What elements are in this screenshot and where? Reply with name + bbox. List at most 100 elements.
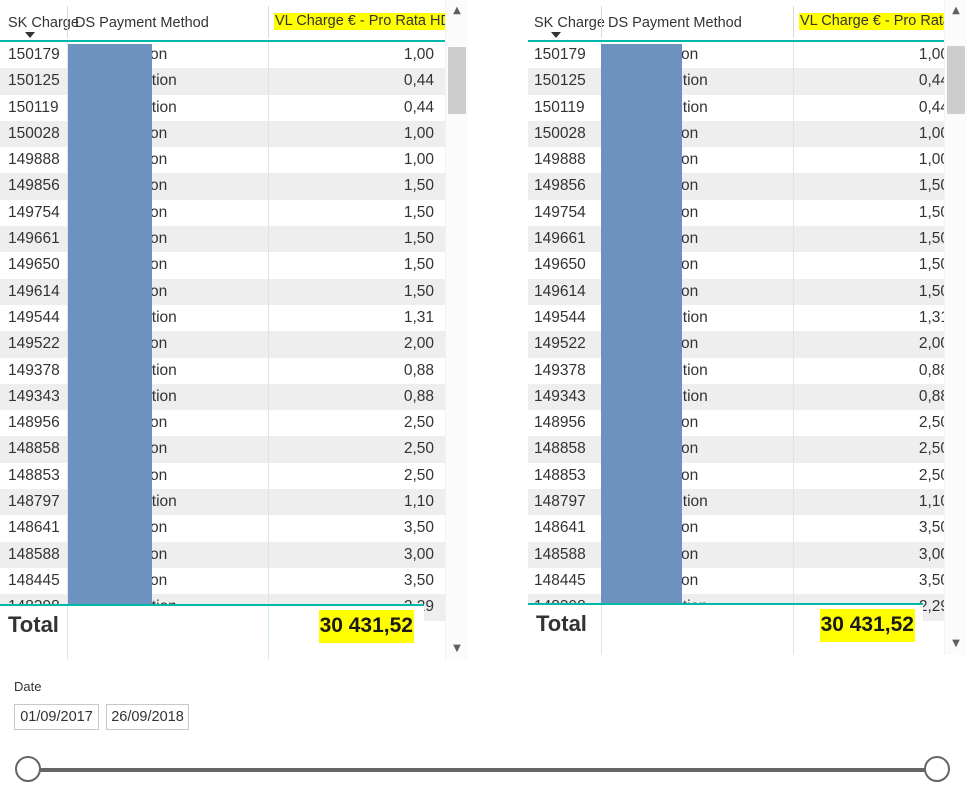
date-start-input[interactable] xyxy=(14,704,99,730)
cell-vl-charge: 3,50 xyxy=(918,571,945,589)
cell-vl-charge: 2,50 xyxy=(918,466,945,484)
table-row[interactable]: 148858 Subscription 2,50 xyxy=(0,436,446,463)
table-row[interactable]: 149754 Subscription 1,50 xyxy=(528,199,945,227)
table-row[interactable]: 148956 Subscription 2,50 xyxy=(528,410,945,437)
table-row[interactable]: 149378 - Subscription 0,88 xyxy=(0,357,446,384)
table-row[interactable]: 149522 Subscription 2,00 xyxy=(0,331,446,358)
date-slicer[interactable]: Date xyxy=(0,668,967,797)
cell-payment-method: - Subscription xyxy=(613,493,708,511)
cell-payment-method: Subscription xyxy=(82,414,168,432)
table-row[interactable]: 148588 Subscription 3,00 xyxy=(0,541,446,568)
scrollbar-track[interactable] xyxy=(945,22,967,633)
table-row[interactable]: 149544 - Subscription 1,31 xyxy=(0,304,446,332)
cell-sk-charge: 149650 xyxy=(8,256,60,274)
column-header-sk-charge[interactable]: SK Charge xyxy=(8,15,79,31)
table-row[interactable]: 150028 Subscription 1,00 xyxy=(528,120,945,148)
date-end-input[interactable] xyxy=(106,704,189,730)
table-row[interactable]: 150125 - Subscription 0,44 xyxy=(0,68,446,95)
table-body-right[interactable]: 150179 Subscription 1,00 150125 - Subscript… xyxy=(528,42,945,655)
table-body-left[interactable]: 150179 Subscription 1,00 150125 - Subscript… xyxy=(0,42,446,660)
scroll-up-arrow-icon[interactable]: ▲ xyxy=(945,0,967,22)
cell-payment-method: - Subscription xyxy=(82,387,177,405)
table-row[interactable]: 149661 Subscription 1,50 xyxy=(0,226,446,253)
table-row[interactable]: 149888 Subscription 1,00 xyxy=(0,147,446,174)
table-row[interactable]: 148853 Subscription 2,50 xyxy=(0,462,446,490)
cell-sk-charge: 148853 xyxy=(8,466,60,484)
table-row[interactable]: 149856 Subscription 1,50 xyxy=(0,173,446,200)
cell-vl-charge: 0,44 xyxy=(403,72,434,90)
table-visual-left[interactable]: SK Charge DS Payment Method VL Charge € … xyxy=(0,0,468,660)
table-row[interactable]: 149650 Subscription 1,50 xyxy=(0,252,446,279)
table-visual-right[interactable]: SK Charge DS Payment Method VL Charge € … xyxy=(528,0,967,655)
table-row[interactable]: 150119 - Subscription 0,44 xyxy=(0,94,446,121)
slider-handle-start[interactable] xyxy=(15,756,41,782)
table-row[interactable]: 149343 - Subscription 0,88 xyxy=(0,383,446,411)
cell-vl-charge: 2,50 xyxy=(403,440,434,458)
cell-vl-charge: 1,00 xyxy=(918,151,945,169)
column-header-vl-charge[interactable]: VL Charge € - Pro Rata HDN xyxy=(274,12,446,30)
table-row[interactable]: 150179 Subscription 1,00 xyxy=(0,42,446,69)
vertical-scrollbar-left[interactable]: ▲ ▼ xyxy=(445,0,468,660)
slider-rail[interactable] xyxy=(28,768,937,772)
table-row[interactable]: 149856 Subscription 1,50 xyxy=(528,173,945,200)
table-row[interactable]: 149614 Subscription 1,50 xyxy=(528,278,945,305)
column-header-vl-charge[interactable]: VL Charge € - Pro Rata xyxy=(799,12,945,30)
total-label: Total xyxy=(536,611,587,636)
total-value: 30 431,52 xyxy=(819,609,915,642)
column-header-sk-charge[interactable]: SK Charge xyxy=(534,15,605,31)
table-row[interactable]: 149522 Subscription 2,00 xyxy=(528,331,945,358)
table-row[interactable]: 148858 Subscription 2,50 xyxy=(528,436,945,463)
table-row[interactable]: 148797 - Subscription 1,10 xyxy=(528,489,945,516)
column-header-ds-payment-method[interactable]: DS Payment Method xyxy=(75,15,209,31)
table-row[interactable]: 148445 Subscription 3,50 xyxy=(528,567,945,595)
cell-payment-method: Subscription xyxy=(613,256,699,274)
cell-sk-charge: 148641 xyxy=(534,519,586,537)
cell-payment-method: Subscription xyxy=(82,545,168,563)
cell-vl-charge: 1,00 xyxy=(403,124,434,142)
cell-vl-charge: 3,50 xyxy=(918,519,945,537)
table-row[interactable]: 148853 Subscription 2,50 xyxy=(528,462,945,490)
table-row[interactable]: 150179 Subscription 1,00 xyxy=(528,42,945,69)
vertical-scrollbar-right[interactable]: ▲ ▼ xyxy=(944,0,967,655)
cell-payment-method: Subscription xyxy=(613,440,699,458)
table-row[interactable]: 150028 Subscription 1,00 xyxy=(0,120,446,148)
table-row[interactable]: 149614 Subscription 1,50 xyxy=(0,278,446,305)
table-row[interactable]: 148588 Subscription 3,00 xyxy=(528,541,945,568)
cell-payment-method: - Subscription xyxy=(613,387,708,405)
table-row[interactable]: 148797 - Subscription 1,10 xyxy=(0,489,446,516)
cell-vl-charge: 2,00 xyxy=(403,335,434,353)
table-row[interactable]: 148445 Subscription 3,50 xyxy=(0,567,446,595)
cell-sk-charge: 149888 xyxy=(534,151,586,169)
table-row[interactable]: 149544 - Subscription 1,31 xyxy=(528,304,945,332)
cell-payment-method: Subscription xyxy=(82,46,168,63)
table-row[interactable]: 148641 Subscription 3,50 xyxy=(0,515,446,542)
table-row[interactable]: 149378 - Subscription 0,88 xyxy=(528,357,945,384)
table-row[interactable]: 150125 - Subscription 0,44 xyxy=(528,68,945,95)
table-row[interactable]: 148956 Subscription 2,50 xyxy=(0,410,446,437)
table-row[interactable]: 149661 Subscription 1,50 xyxy=(528,226,945,253)
column-header-ds-payment-method[interactable]: DS Payment Method xyxy=(608,15,742,31)
cell-vl-charge: 2,50 xyxy=(918,414,945,432)
table-row[interactable]: 149888 Subscription 1,00 xyxy=(528,147,945,174)
scrollbar-thumb[interactable] xyxy=(947,46,965,114)
slider-handle-end[interactable] xyxy=(924,756,950,782)
scrollbar-track[interactable] xyxy=(446,22,468,638)
cell-payment-method: - Subscription xyxy=(613,98,708,116)
cell-payment-method: Subscription xyxy=(613,230,699,248)
cell-sk-charge: 149378 xyxy=(534,361,586,379)
scroll-down-arrow-icon[interactable]: ▼ xyxy=(945,633,967,655)
cell-sk-charge: 149888 xyxy=(8,151,60,169)
scroll-up-arrow-icon[interactable]: ▲ xyxy=(446,0,468,22)
table-row[interactable]: 148641 Subscription 3,50 xyxy=(528,515,945,542)
cell-vl-charge: 2,00 xyxy=(918,335,945,353)
table-row[interactable]: 149754 Subscription 1,50 xyxy=(0,199,446,227)
scroll-down-arrow-icon[interactable]: ▼ xyxy=(446,638,468,660)
cell-sk-charge: 149614 xyxy=(534,282,586,300)
table-row[interactable]: 150119 - Subscription 0,44 xyxy=(528,94,945,121)
scrollbar-thumb[interactable] xyxy=(448,46,466,115)
cell-sk-charge: 148853 xyxy=(534,466,586,484)
table-row[interactable]: 149650 Subscription 1,50 xyxy=(528,252,945,279)
date-range-slider[interactable] xyxy=(0,744,967,794)
cell-payment-method: Subscription xyxy=(613,545,699,563)
table-row[interactable]: 149343 - Subscription 0,88 xyxy=(528,383,945,411)
